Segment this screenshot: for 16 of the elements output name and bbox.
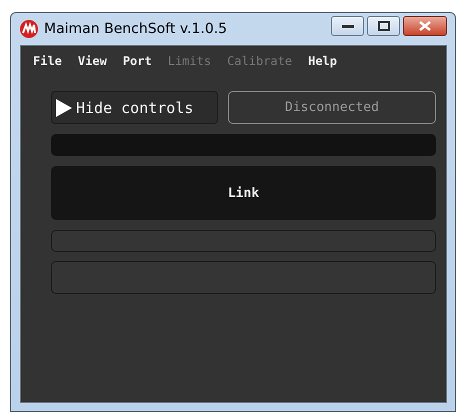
play-icon (56, 98, 72, 116)
app-logo-icon (20, 20, 38, 38)
menu-item[interactable]: Port (114, 54, 160, 68)
menu-item[interactable]: Help (300, 54, 346, 68)
connection-status: Disconnected (228, 91, 436, 124)
hide-controls-button[interactable]: Hide controls (51, 91, 218, 124)
minimize-icon (342, 23, 354, 29)
maximize-button[interactable] (367, 16, 400, 36)
maximize-icon (378, 21, 390, 31)
close-icon (419, 21, 431, 31)
close-button[interactable] (403, 16, 447, 36)
menu-item[interactable]: File (25, 54, 70, 68)
window-title: Maiman BenchSoft v.1.0.5 (44, 21, 228, 37)
link-label: Link (228, 186, 260, 200)
minimize-button[interactable] (331, 16, 364, 36)
menu-item[interactable]: View (70, 54, 115, 68)
